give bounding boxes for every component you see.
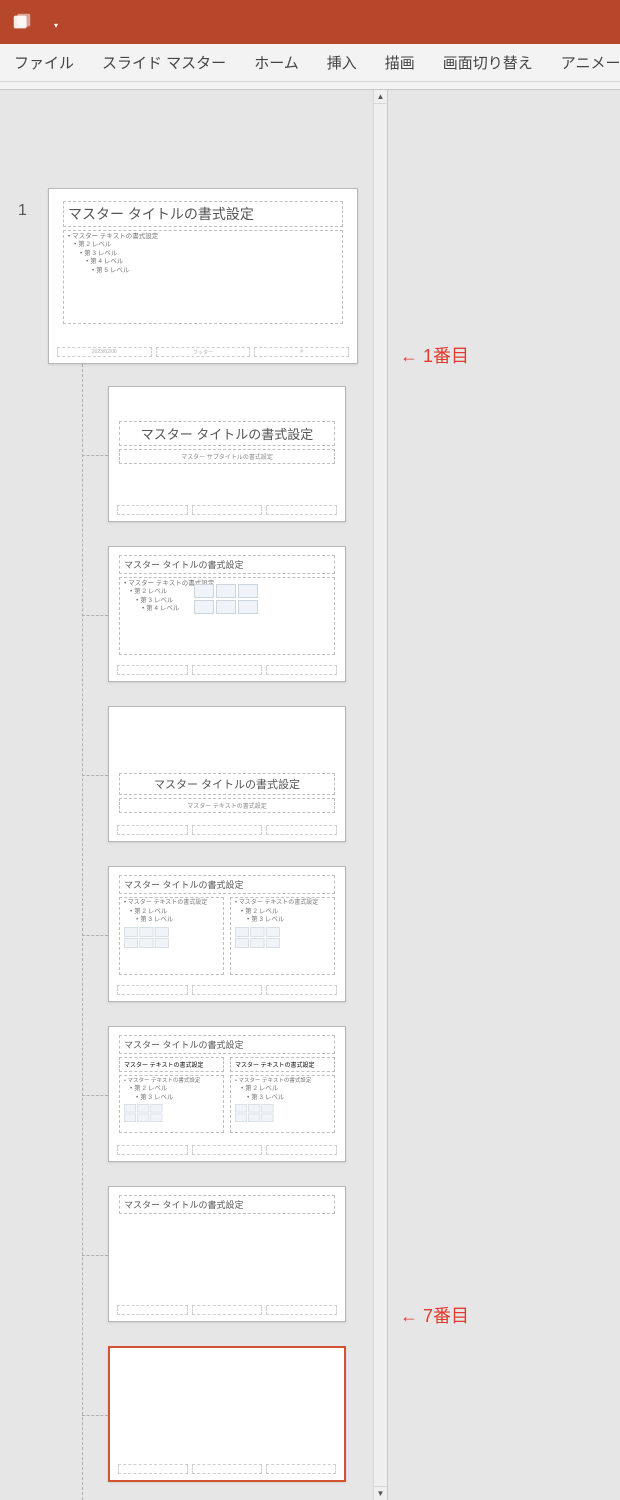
layout4-right: マスター テキストの書式設定 第 2 レベル 第 3 レベル (230, 897, 335, 975)
layout-thumbnail-2[interactable]: マスター タイトルの書式設定 マスター テキストの書式設定 第 2 レベル 第 … (108, 546, 346, 682)
master-number: 1 (18, 202, 27, 220)
ribbon-area (0, 82, 620, 90)
layout4-title: マスター タイトルの書式設定 (119, 875, 335, 894)
layout-thumbnail-6[interactable]: マスター タイトルの書式設定 (108, 1186, 346, 1322)
layout-thumbnail-4[interactable]: マスター タイトルの書式設定 マスター テキストの書式設定 第 2 レベル 第 … (108, 866, 346, 1002)
layout2-body: マスター テキストの書式設定 第 2 レベル 第 3 レベル 第 4 レベル (119, 577, 335, 655)
layout5-right-body: マスター テキストの書式設定第 2 レベル第 3 レベル (230, 1075, 335, 1133)
layout-thumbnail-3[interactable]: マスター タイトルの書式設定 マスター テキストの書式設定 (108, 706, 346, 842)
tree-connector (82, 1095, 108, 1096)
layout5-title: マスター タイトルの書式設定 (119, 1035, 335, 1054)
master-title-placeholder: マスター タイトルの書式設定 (63, 201, 343, 227)
scroll-up-icon[interactable]: ▲ (374, 90, 387, 104)
layout6-title: マスター タイトルの書式設定 (119, 1195, 335, 1214)
thumbnail-scrollbar[interactable]: ▲ ▼ (373, 90, 387, 1500)
tab-insert[interactable]: 挿入 (327, 52, 357, 73)
layout5-left-body: マスター テキストの書式設定第 2 レベル第 3 レベル (119, 1075, 224, 1133)
tab-home[interactable]: ホーム (254, 52, 299, 73)
tree-line (82, 364, 83, 1500)
layout3-body: マスター テキストの書式設定 (119, 798, 335, 813)
annotation-first: ← 1番目 (400, 342, 469, 368)
qat-dropdown-icon[interactable]: ▾ (54, 21, 58, 30)
layout-thumbnail-7-selected[interactable] (108, 1346, 346, 1482)
tree-connector (82, 935, 108, 936)
powerpoint-icon (8, 8, 36, 36)
tab-file[interactable]: ファイル (14, 52, 74, 73)
footer-date: 2023/02/06 (57, 347, 152, 357)
layout1-subtitle: マスター サブタイトルの書式設定 (119, 449, 335, 464)
layout3-title: マスター タイトルの書式設定 (119, 773, 335, 795)
ribbon-tabs: ファイル スライド マスター ホーム 挿入 描画 画面切り替え アニメーショ (0, 44, 620, 82)
layout-thumbnail-5[interactable]: マスター タイトルの書式設定 マスター テキストの書式設定 マスター テキストの… (108, 1026, 346, 1162)
layout2-title: マスター タイトルの書式設定 (119, 555, 335, 574)
scroll-down-icon[interactable]: ▼ (374, 1486, 387, 1500)
slide-master-thumbnail[interactable]: マスター タイトルの書式設定 マスター テキストの書式設定 第 2 レベル 第 … (48, 188, 358, 364)
footer-num: # (254, 347, 349, 357)
tab-transitions[interactable]: 画面切り替え (443, 52, 533, 73)
layout5-right-caption: マスター テキストの書式設定 (230, 1057, 335, 1072)
tree-connector (82, 775, 108, 776)
tree-connector (82, 455, 108, 456)
tree-connector (82, 615, 108, 616)
tab-slide-master[interactable]: スライド マスター (102, 52, 226, 73)
edit-area: ← 1番目 ← 7番目 (388, 90, 620, 1500)
layout1-title: マスター タイトルの書式設定 (119, 421, 335, 446)
layout5-left-caption: マスター テキストの書式設定 (119, 1057, 224, 1072)
master-body-placeholder: マスター テキストの書式設定 第 2 レベル 第 3 レベル 第 4 レベル 第… (63, 230, 343, 324)
layout4-left: マスター テキストの書式設定 第 2 レベル 第 3 レベル (119, 897, 224, 975)
tree-connector (82, 1415, 108, 1416)
tab-animations[interactable]: アニメーショ (561, 52, 620, 73)
tab-draw[interactable]: 描画 (385, 52, 415, 73)
footer-center: フッター (156, 347, 251, 357)
annotation-seventh: ← 7番目 (400, 1302, 469, 1328)
title-bar: ▾ (0, 0, 620, 44)
tree-connector (82, 1255, 108, 1256)
thumbnail-pane[interactable]: 1 マスター タイトルの書式設定 マスター テキストの書式設定 第 2 レベル … (0, 90, 388, 1500)
layout-thumbnail-1[interactable]: マスター タイトルの書式設定 マスター サブタイトルの書式設定 (108, 386, 346, 522)
